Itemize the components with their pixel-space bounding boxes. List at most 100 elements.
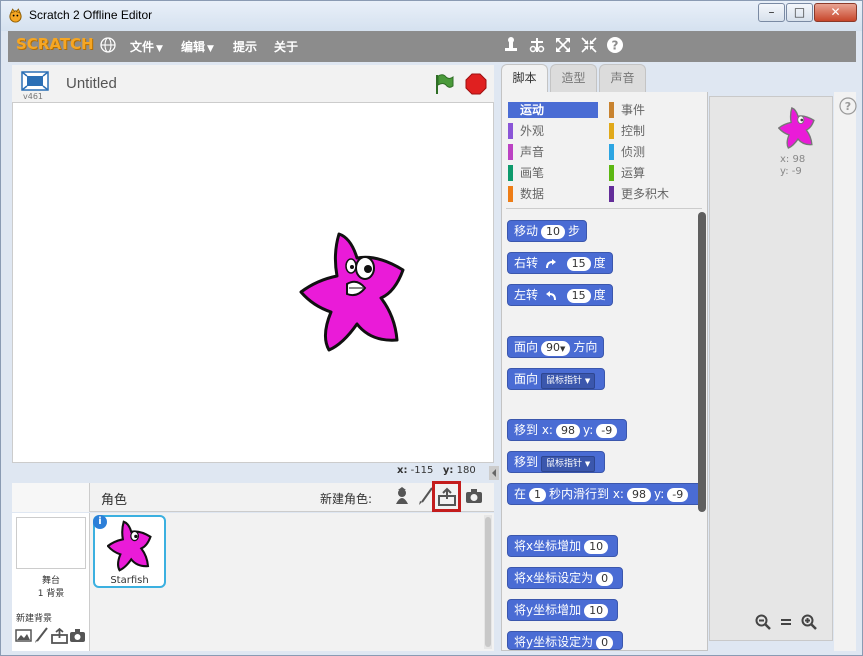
category-label: 侦测 [621, 145, 646, 159]
maximize-button[interactable]: □ [786, 3, 813, 22]
project-title[interactable]: Untitled [66, 75, 117, 92]
block-input[interactable]: 0 [596, 572, 614, 586]
category-label: 控制 [621, 124, 646, 138]
upload-sprite-button[interactable] [432, 481, 461, 512]
paint-brush-icon[interactable] [33, 627, 50, 644]
block-turn-left[interactable]: 左转 15 度 [507, 284, 613, 306]
green-flag-icon[interactable] [433, 73, 455, 95]
category-label: 运算 [621, 166, 646, 180]
stage-label: 舞台 [41, 576, 60, 586]
scripts-area[interactable]: x: 98 y: -9 [709, 96, 833, 641]
sprite-library-icon[interactable] [392, 486, 412, 506]
menu-file[interactable]: 文件 ▼ [130, 38, 163, 55]
zoom-out-icon[interactable] [755, 614, 771, 630]
shrink-icon[interactable] [580, 36, 598, 54]
block-set-x[interactable]: 将x坐标设定为 0 [507, 567, 624, 589]
camera-icon[interactable] [464, 486, 484, 506]
close-button[interactable]: ✕ [814, 3, 857, 22]
menu-about[interactable]: 关于 [274, 38, 298, 55]
block-turn-right[interactable]: 右转 15 度 [507, 252, 613, 274]
minimize-button[interactable]: – [758, 3, 785, 22]
block-set-y[interactable]: 将y坐标设定为 0 [507, 631, 624, 650]
block-text: 在 [514, 487, 527, 501]
block-dropdown[interactable]: 鼠标指针 ▼ [541, 373, 596, 389]
help-question-icon[interactable]: ? [839, 97, 857, 115]
cut-scissors-icon[interactable] [528, 36, 546, 54]
category-swatch [508, 123, 513, 139]
category-motion[interactable]: 运动 [508, 102, 598, 118]
block-point-towards[interactable]: 面向 鼠标指针 ▼ [507, 368, 606, 390]
sprite-name: Starfish [110, 575, 149, 586]
block-input[interactable]: 15 [566, 257, 591, 271]
block-dropdown[interactable]: 鼠标指针 ▼ [541, 456, 596, 472]
block-text: 移到 x: [514, 423, 553, 437]
block-input[interactable]: 10 [541, 225, 566, 239]
block-change-x[interactable]: 将x坐标增加 10 [507, 535, 619, 557]
new-backdrop-label: 新建背景 [16, 614, 53, 624]
block-point-direction[interactable]: 面向 90▼ 方向 [507, 336, 605, 358]
camera-icon[interactable] [69, 627, 86, 644]
sprite-card-starfish[interactable]: i Starfish [93, 515, 166, 588]
menu-edit[interactable]: 编辑 ▼ [181, 38, 214, 55]
category-data[interactable]: 数据 [508, 186, 598, 202]
block-move[interactable]: 移动 10 步 [507, 220, 588, 242]
duplicate-stamp-icon[interactable] [502, 36, 520, 54]
category-pen[interactable]: 画笔 [508, 165, 598, 181]
tab-sounds[interactable]: 声音 [599, 64, 646, 92]
block-input[interactable]: 98 [626, 488, 651, 502]
block-input[interactable]: -9 [596, 424, 618, 438]
category-more-blocks[interactable]: 更多积木 [609, 186, 699, 202]
coord-y-value: 180 [456, 465, 476, 476]
backdrop-library-icon[interactable] [15, 627, 32, 644]
language-globe-icon[interactable] [100, 37, 116, 53]
info-icon[interactable]: i [93, 515, 107, 529]
block-input[interactable]: 90▼ [541, 341, 571, 356]
tab-costumes[interactable]: 造型 [550, 64, 597, 92]
block-goto[interactable]: 移到 鼠标指针 ▼ [507, 451, 606, 473]
coord-x-value: -115 [410, 465, 434, 476]
chevron-down-icon: ▼ [156, 44, 163, 54]
block-text: 面向 [514, 340, 539, 354]
block-input[interactable]: 10 [584, 604, 609, 618]
zoom-reset-icon[interactable] [778, 614, 794, 630]
stage-pane[interactable]: 舞台 1 背景 新建背景 [12, 513, 90, 651]
sprite-list-scrollbar[interactable] [484, 515, 492, 649]
block-input[interactable]: 0 [596, 636, 614, 649]
stop-icon[interactable] [465, 73, 487, 95]
block-input[interactable]: 1 [529, 488, 547, 502]
block-input[interactable]: -9 [667, 488, 689, 502]
category-operators[interactable]: 运算 [609, 165, 699, 181]
block-goto-xy[interactable]: 移到 x: 98 y: -9 [507, 419, 628, 441]
scratch-logo[interactable]: SCRATCH [16, 35, 94, 53]
tab-scripts[interactable]: 脚本 [501, 64, 548, 93]
fullscreen-icon[interactable] [21, 71, 49, 91]
block-input[interactable]: 98 [555, 424, 580, 438]
block-input[interactable]: 10 [584, 540, 609, 554]
current-sprite-thumbnail [778, 107, 815, 149]
scroll-thumb[interactable] [485, 517, 491, 647]
collapse-arrow-icon[interactable] [489, 466, 499, 480]
category-control[interactable]: 控制 [609, 123, 699, 139]
menu-tips[interactable]: 提示 [233, 38, 257, 55]
block-text: 将x坐标设定为 [514, 571, 594, 585]
block-input[interactable]: 15 [566, 289, 591, 303]
category-label: 更多积木 [621, 187, 670, 201]
category-looks[interactable]: 外观 [508, 123, 598, 139]
zoom-in-icon[interactable] [801, 614, 817, 630]
block-glide[interactable]: 在 1 秒内滑行到 x: 98 y: -9 [507, 483, 704, 505]
help-question-icon[interactable]: ? [606, 36, 624, 54]
stage-canvas[interactable] [12, 102, 494, 463]
category-label: 运动 [520, 103, 545, 117]
stage-thumbnail[interactable] [16, 517, 86, 569]
category-sensing[interactable]: 侦测 [609, 144, 699, 160]
starfish-sprite[interactable] [299, 232, 409, 352]
grow-icon[interactable] [554, 36, 572, 54]
category-events[interactable]: 事件 [609, 102, 699, 118]
upload-icon[interactable] [51, 627, 68, 644]
right-help-panel [834, 92, 856, 651]
block-change-y[interactable]: 将y坐标增加 10 [507, 599, 619, 621]
category-sound[interactable]: 声音 [508, 144, 598, 160]
palette-scrollbar[interactable] [698, 212, 706, 512]
mouse-coords: x: -115 y: 180 [397, 465, 476, 476]
minimize-icon: – [768, 5, 775, 19]
